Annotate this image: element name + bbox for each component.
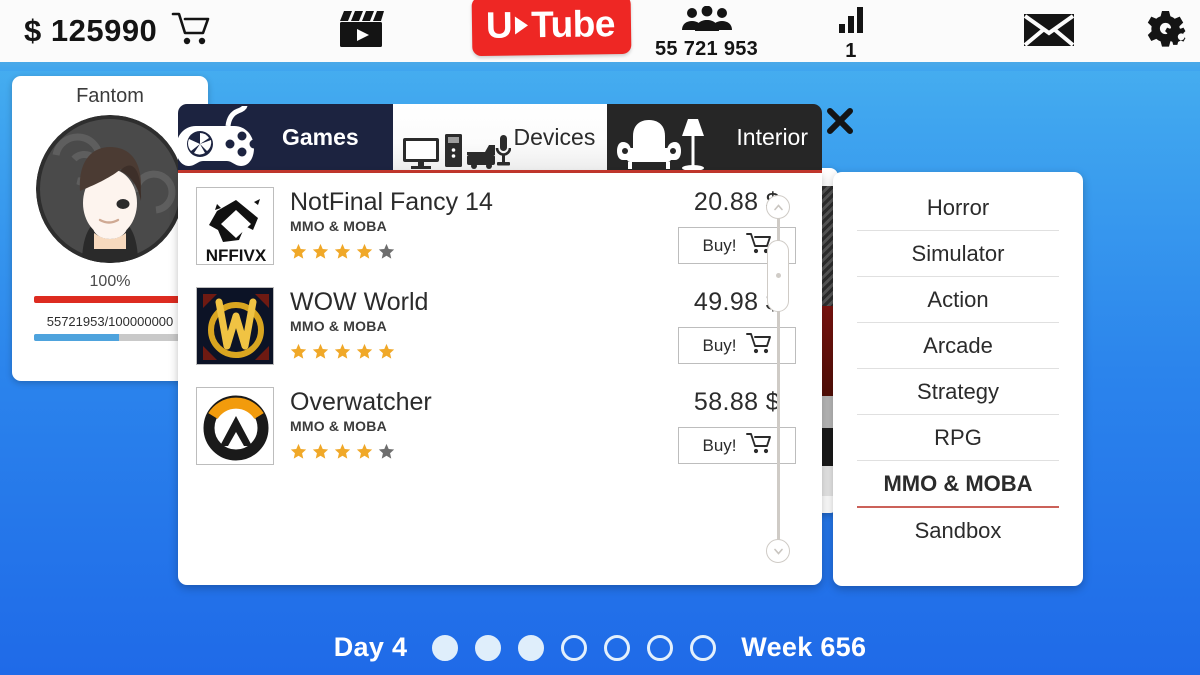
list-scrollbar[interactable] bbox=[766, 195, 790, 563]
scrollbar-thumb[interactable] bbox=[767, 239, 789, 312]
item-genre: MMO & MOBA bbox=[290, 318, 387, 335]
tab-devices[interactable]: Devices bbox=[392, 104, 608, 170]
subscribers-progress-fill bbox=[34, 334, 119, 341]
category-arcade[interactable]: Arcade bbox=[857, 323, 1059, 369]
scroll-down-button[interactable] bbox=[766, 539, 790, 563]
scrollbar-thumb-grip bbox=[775, 273, 781, 279]
buy-button-label: Buy! bbox=[702, 235, 737, 255]
level-progress-fill bbox=[34, 296, 186, 303]
chevron-down-icon bbox=[773, 548, 783, 555]
overwatcher-logo-icon bbox=[196, 387, 274, 465]
tab-games-label: Games bbox=[282, 123, 359, 150]
store-dialog: Games Devices Interior NFFIVX NotFinal F… bbox=[178, 104, 823, 585]
day-dots bbox=[432, 634, 717, 661]
logo-u-text: U bbox=[485, 4, 513, 46]
play-triangle-icon bbox=[515, 15, 529, 35]
category-sandbox[interactable]: Sandbox bbox=[857, 508, 1059, 553]
tab-games[interactable]: Games bbox=[178, 104, 393, 170]
item-rating bbox=[290, 443, 666, 460]
people-group-icon bbox=[681, 5, 733, 37]
store-tabs: Games Devices Interior bbox=[178, 104, 823, 170]
item-rating bbox=[290, 243, 666, 260]
category-action[interactable]: Action bbox=[857, 277, 1059, 323]
item-title: Overwatcher bbox=[290, 388, 432, 416]
day-label: Day 4 bbox=[333, 632, 408, 662]
week-label: Week 656 bbox=[741, 632, 867, 662]
category-rpg[interactable]: RPG bbox=[857, 415, 1059, 461]
item-genre: MMO & MOBA bbox=[290, 218, 387, 235]
item-title: WOW World bbox=[290, 288, 429, 316]
item-title: NotFinal Fancy 14 bbox=[290, 188, 493, 216]
item-genre: MMO & MOBA bbox=[290, 418, 387, 435]
category-strategy[interactable]: Strategy bbox=[857, 369, 1059, 415]
day-dot bbox=[690, 634, 717, 661]
category-panel: Horror Simulator Action Arcade Strategy … bbox=[833, 172, 1083, 586]
nffivx-logo-icon: NFFIVX bbox=[196, 187, 274, 265]
item-rating bbox=[290, 343, 666, 360]
utube-logo: U Tube bbox=[471, 0, 632, 57]
svg-text:NFFIVX: NFFIVX bbox=[206, 246, 267, 265]
chevron-up-icon bbox=[773, 203, 783, 210]
money-display: $ 125990 bbox=[24, 10, 211, 53]
category-simulator[interactable]: Simulator bbox=[857, 231, 1059, 277]
day-dot bbox=[647, 634, 674, 661]
category-horror[interactable]: Horror bbox=[857, 185, 1059, 231]
day-dot bbox=[561, 634, 588, 661]
messages-button[interactable] bbox=[1022, 11, 1076, 54]
level-progress-bar bbox=[34, 296, 186, 303]
shopping-cart-icon[interactable] bbox=[171, 10, 211, 53]
category-mmo-moba[interactable]: MMO & MOBA bbox=[857, 461, 1059, 508]
table-row[interactable]: WOW World MMO & MOBA 49.98 $ Buy! bbox=[192, 273, 808, 373]
table-row[interactable]: NFFIVX NotFinal Fancy 14 MMO & MOBA 20.8… bbox=[192, 173, 808, 273]
day-dot bbox=[518, 634, 545, 661]
buy-button-label: Buy! bbox=[702, 335, 737, 355]
wow-world-logo-icon bbox=[196, 287, 274, 365]
gamepad-icon bbox=[178, 106, 259, 166]
top-status-bar: $ 125990 U Tube 55 721 953 1 bbox=[0, 0, 1200, 71]
armchair-lamp-icon bbox=[617, 119, 705, 170]
tab-devices-label: Devices bbox=[513, 123, 596, 150]
day-dot bbox=[604, 634, 631, 661]
store-item-list: NFFIVX NotFinal Fancy 14 MMO & MOBA 20.8… bbox=[178, 173, 822, 585]
videos-button[interactable] bbox=[335, 8, 387, 55]
money-amount: $ 125990 bbox=[24, 13, 158, 48]
day-dot bbox=[475, 634, 502, 661]
subscribers-counter: 55 721 953 bbox=[655, 5, 759, 61]
computer-devices-icon bbox=[402, 134, 511, 169]
close-button[interactable] bbox=[824, 105, 856, 137]
scroll-up-button[interactable] bbox=[766, 195, 790, 219]
logo-tube-text: Tube bbox=[530, 3, 616, 46]
rank-indicator: 1 bbox=[838, 6, 864, 63]
tab-interior-label: Interior bbox=[736, 123, 809, 150]
bar-chart-icon bbox=[838, 6, 864, 39]
tab-interior[interactable]: Interior bbox=[607, 104, 823, 170]
rank-value: 1 bbox=[845, 40, 857, 62]
day-week-bar: Day 4 Week 656 bbox=[0, 632, 1200, 663]
subscribers-count: 55 721 953 bbox=[655, 38, 759, 60]
table-row[interactable]: Overwatcher MMO & MOBA 58.88 $ Buy! bbox=[192, 373, 808, 473]
settings-button[interactable] bbox=[1143, 9, 1193, 58]
day-dot bbox=[432, 634, 459, 661]
subscribers-progress-bar bbox=[34, 334, 186, 341]
buy-button-label: Buy! bbox=[702, 435, 737, 455]
